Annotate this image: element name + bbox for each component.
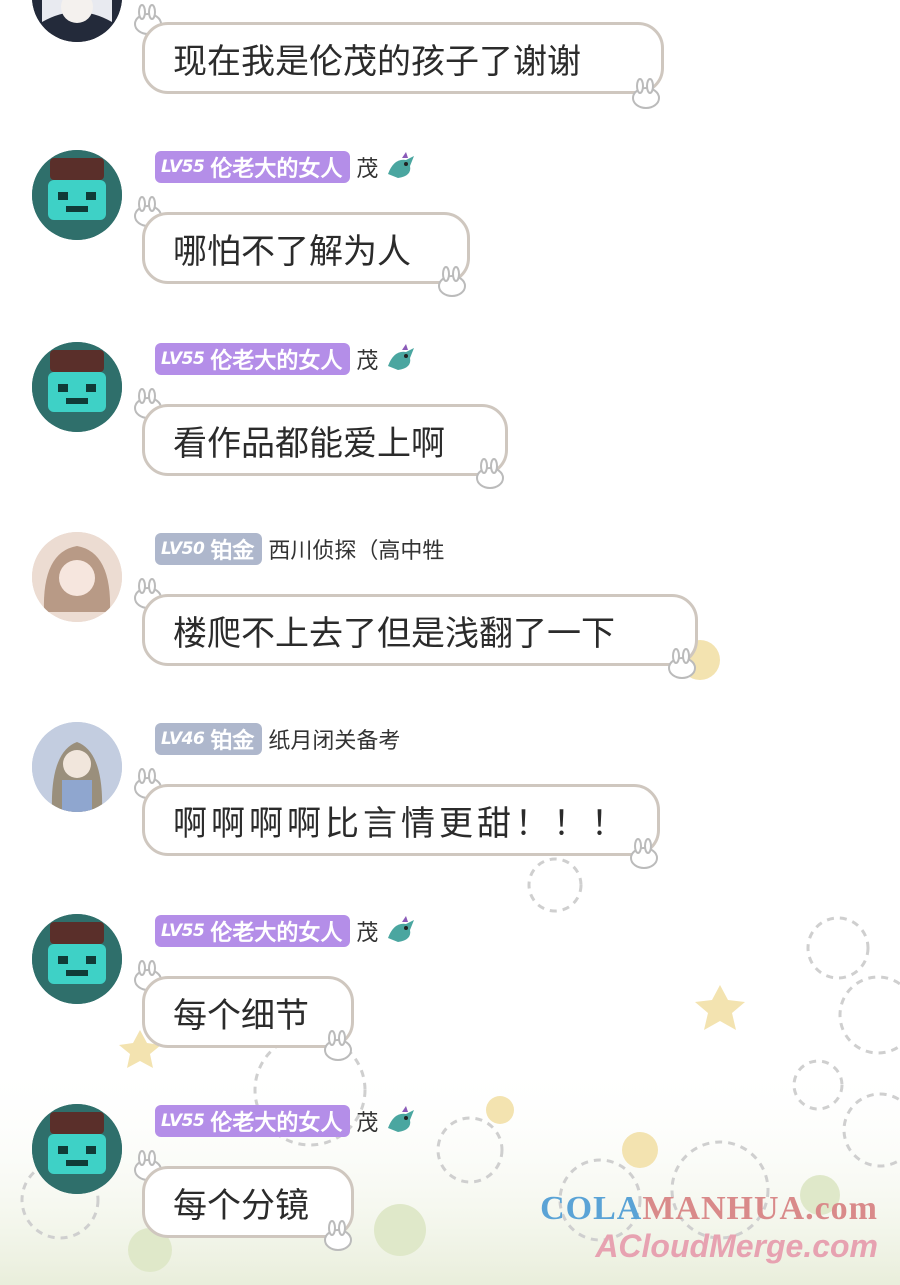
badge-title: 伦老大的女人 [210, 921, 343, 946]
level-text: LV46 [161, 729, 205, 749]
message-meta: LV50 铂金 西川侦探（高中牲 [155, 532, 444, 566]
dragon-flair-icon [388, 152, 415, 178]
bunny-decoration-icon [476, 458, 504, 489]
message-bubble[interactable]: 看作品都能爱上啊 [142, 404, 508, 476]
badge-title: 伦老大的女人 [210, 157, 343, 182]
message-text: 楼爬不上去了但是浅翻了一下 [173, 613, 615, 654]
robot-avatar-icon [32, 914, 122, 1004]
robot-avatar-icon [32, 1104, 122, 1194]
badge-title: 铂金 [210, 539, 255, 564]
badge-title: 伦老大的女人 [210, 349, 343, 374]
bunny-decoration-icon [632, 78, 660, 109]
watermark-line-2: ACloudMerge.com [595, 1228, 878, 1264]
message-text: 哪怕不了解为人 [173, 231, 411, 272]
level-badge: LV55 伦老大的女人 [155, 1105, 351, 1137]
username[interactable]: 茂 [356, 151, 378, 183]
watermark-line-1: COLAMANHUA.com [540, 1190, 878, 1228]
username[interactable]: 茂 [356, 915, 378, 947]
message-text: 啊啊啊啊比言情更甜！！！ [173, 803, 629, 844]
girl-avatar-icon [32, 532, 122, 622]
message-meta: LV55 伦老大的女人 茂 [155, 1104, 418, 1138]
message-bubble[interactable]: 楼爬不上去了但是浅翻了一下 [142, 594, 698, 666]
username[interactable]: 茂 [356, 343, 378, 375]
level-text: LV55 [161, 921, 205, 941]
user-avatar[interactable] [32, 532, 122, 622]
username[interactable]: 纸月闭关备考 [268, 723, 400, 755]
user-avatar[interactable] [32, 914, 122, 1004]
message-text: 看作品都能爱上啊 [173, 423, 445, 464]
message-text: 每个细节 [173, 995, 309, 1036]
level-badge: LV55 伦老大的女人 [155, 915, 351, 947]
level-text: LV55 [161, 1111, 205, 1131]
bunny-decoration-icon [324, 1220, 352, 1251]
dragon-flair-icon [388, 344, 415, 370]
white-hair-avatar-icon [32, 0, 122, 42]
message-bubble[interactable]: 哪怕不了解为人 [142, 212, 470, 284]
watermark-cola: COLA [540, 1190, 643, 1227]
bunny-decoration-icon [630, 838, 658, 869]
username[interactable]: 西川侦探（高中牲 [268, 533, 444, 565]
dragon-flair-icon [388, 1106, 415, 1132]
robot-avatar-icon [32, 150, 122, 240]
level-badge: LV55 伦老大的女人 [155, 151, 351, 183]
message-text: 每个分镜 [173, 1185, 309, 1226]
message-text: 现在我是伦茂的孩子了谢谢 [173, 41, 581, 82]
badge-title: 铂金 [210, 729, 255, 754]
user-avatar[interactable] [32, 342, 122, 432]
message-meta: LV55 伦老大的女人 茂 [155, 914, 418, 948]
level-badge: LV50 铂金 [155, 533, 263, 565]
robot-avatar-icon [32, 342, 122, 432]
username[interactable]: 茂 [356, 1105, 378, 1137]
badge-title: 伦老大的女人 [210, 1111, 343, 1136]
message-meta: LV55 伦老大的女人 茂 [155, 342, 418, 376]
message-meta: LV46 铂金 纸月闭关备考 [155, 722, 400, 756]
bunny-decoration-icon [668, 648, 696, 679]
user-avatar[interactable] [32, 1104, 122, 1194]
site-watermark: COLAMANHUA.com ACloudMerge.com [540, 1190, 878, 1265]
user-avatar[interactable] [32, 722, 122, 812]
level-text: LV50 [161, 539, 205, 559]
level-badge: LV55 伦老大的女人 [155, 343, 351, 375]
message-meta: LV55 伦老大的女人 茂 [155, 150, 418, 184]
dragon-flair-icon [388, 916, 415, 942]
bunny-decoration-icon [438, 266, 466, 297]
braid-girl-avatar-icon [32, 722, 122, 812]
bunny-decoration-icon [324, 1030, 352, 1061]
user-avatar[interactable] [32, 150, 122, 240]
level-badge: LV46 铂金 [155, 723, 263, 755]
message-bubble[interactable]: 啊啊啊啊比言情更甜！！！ [142, 784, 660, 856]
message-bubble[interactable]: 现在我是伦茂的孩子了谢谢 [142, 22, 664, 94]
watermark-manhua: MANHUA.com [642, 1190, 878, 1227]
user-avatar[interactable] [32, 0, 122, 42]
level-text: LV55 [161, 157, 205, 177]
level-text: LV55 [161, 349, 205, 369]
